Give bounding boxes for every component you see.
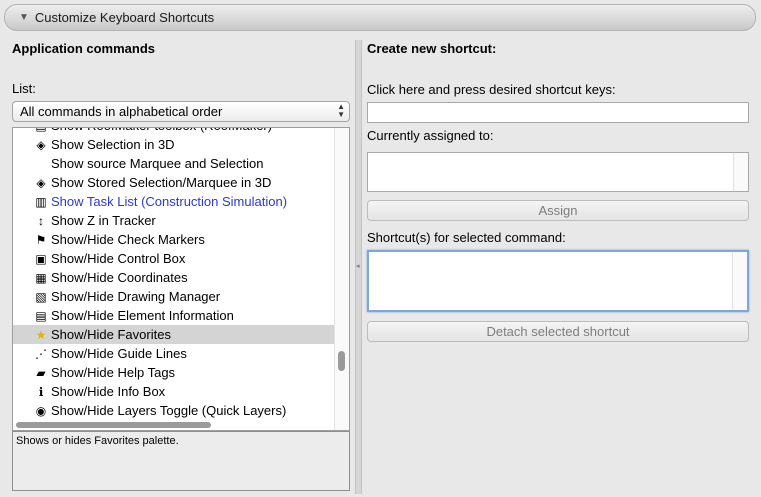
command-row[interactable]: ▤ Show/Hide Element Information [13,306,335,325]
command-row[interactable]: ℹ Show/Hide Info Box [13,382,335,401]
assigned-scrollbar[interactable] [733,153,748,191]
header-title: Customize Keyboard Shortcuts [34,10,215,25]
check-markers-icon: ⚑ [35,232,47,247]
command-list[interactable]: ▤Show RoofMaker toolbox (RoofMaker)◈Show… [12,127,350,431]
command-row[interactable]: ▣ Show/Hide Control Box [13,249,335,268]
roof-icon: ▤ [33,128,49,134]
customize-shortcuts-header[interactable]: ▼ Customize Keyboard Shortcuts [4,4,756,31]
command-row[interactable]: ▤Show RoofMaker toolbox (RoofMaker) [13,128,335,135]
info-box-icon: ℹ [38,384,44,399]
task-list-icon: ▥ [35,194,47,209]
command-row[interactable]: ↕ Show Z in Tracker [13,211,335,230]
element-info-icon: ▤ [35,308,47,323]
command-row[interactable]: ◈ Show Stored Selection/Marquee in 3D [13,173,335,192]
command-label: Show/Hide Drawing Manager [51,289,221,304]
command-label: Show/Hide Check Markers [51,232,205,247]
command-label: Show/Hide Guide Lines [51,346,187,361]
panel-splitter[interactable]: ◂ [355,40,362,494]
guide-lines-icon: ⋰ [35,346,47,361]
command-label: Show/Hide Coordinates [51,270,188,285]
disclosure-triangle-icon[interactable]: ▼ [19,12,29,23]
command-label: Show Stored Selection/Marquee in 3D [51,175,272,190]
press-keys-label: Click here and press desired shortcut ke… [367,82,616,97]
command-row[interactable]: ▧ Show/Hide Drawing Manager [13,287,335,306]
command-row[interactable]: ▰ Show/Hide Help Tags [13,363,335,382]
command-label: Show Z in Tracker [51,213,156,228]
favorites-star-icon: ★ [35,327,47,342]
create-shortcut-title: Create new shortcut: [367,41,497,56]
control-box-icon: ▣ [35,251,47,266]
command-row[interactable]: ⚑ Show/Hide Check Markers [13,230,335,249]
command-label: Show Selection in 3D [51,137,175,152]
shortcuts-for-selected-label: Shortcut(s) for selected command: [367,230,566,245]
command-description: Shows or hides Favorites palette. [12,431,350,491]
command-label: Show/Hide Favorites [51,327,171,342]
command-label: Show/Hide Element Information [51,308,234,323]
dropdown-value: All commands in alphabetical order [20,104,223,119]
command-row[interactable]: ◉ Show/Hide Layers Toggle (Quick Layers) [13,401,335,420]
updown-arrows-icon: ▲ ▼ [337,102,345,119]
list-horizontal-scrollbar[interactable] [13,420,335,430]
currently-assigned-field [367,152,749,192]
blank-icon [33,156,49,172]
selection-3d-icon: ◈ [36,137,46,152]
coordinates-icon: ▦ [35,270,47,285]
command-label: Show source Marquee and Selection [51,156,264,171]
shortcut-key-input[interactable] [367,102,749,123]
command-label: Show/Hide Help Tags [51,365,176,380]
command-row[interactable]: ◈ Show Selection in 3D [13,135,335,154]
currently-assigned-label: Currently assigned to: [367,128,494,143]
selected-command-shortcuts-list[interactable] [367,250,749,312]
command-row[interactable]: ▥ Show Task List (Construction Simulation… [13,192,335,211]
command-label: Show Task List (Construction Simulation) [51,194,288,209]
command-label: Show/Hide Info Box [51,384,166,399]
z-tracker-icon: ↕ [38,213,44,228]
command-label: Show RoofMaker toolbox (RoofMaker) [51,128,272,133]
list-vertical-scrollbar[interactable] [334,128,349,430]
command-row[interactable]: ▦ Show/Hide Coordinates [13,268,335,287]
command-row[interactable]: ★ Show/Hide Favorites [13,325,335,344]
quick-layers-icon: ◉ [35,403,47,418]
help-tags-icon: ▰ [36,365,46,380]
stored-selection-icon: ◈ [36,175,46,190]
command-row[interactable]: ⋰ Show/Hide Guide Lines [13,344,335,363]
drawing-manager-icon: ▧ [35,289,47,304]
list-label: List: [12,81,36,96]
horizontal-scroll-thumb[interactable] [16,422,211,428]
application-commands-title: Application commands [12,41,156,56]
assign-button[interactable]: Assign [367,200,749,221]
selected-shortcuts-scrollbar[interactable] [732,252,747,310]
splitter-grip-icon: ◂ [356,263,360,270]
vertical-scroll-thumb[interactable] [338,351,345,371]
detach-shortcut-button[interactable]: Detach selected shortcut [367,321,749,342]
command-row[interactable]: Show source Marquee and Selection [13,154,335,173]
command-label: Show/Hide Layers Toggle (Quick Layers) [51,403,287,418]
command-label: Show/Hide Control Box [51,251,186,266]
command-list-dropdown[interactable]: All commands in alphabetical order ▲ ▼ [12,101,350,122]
